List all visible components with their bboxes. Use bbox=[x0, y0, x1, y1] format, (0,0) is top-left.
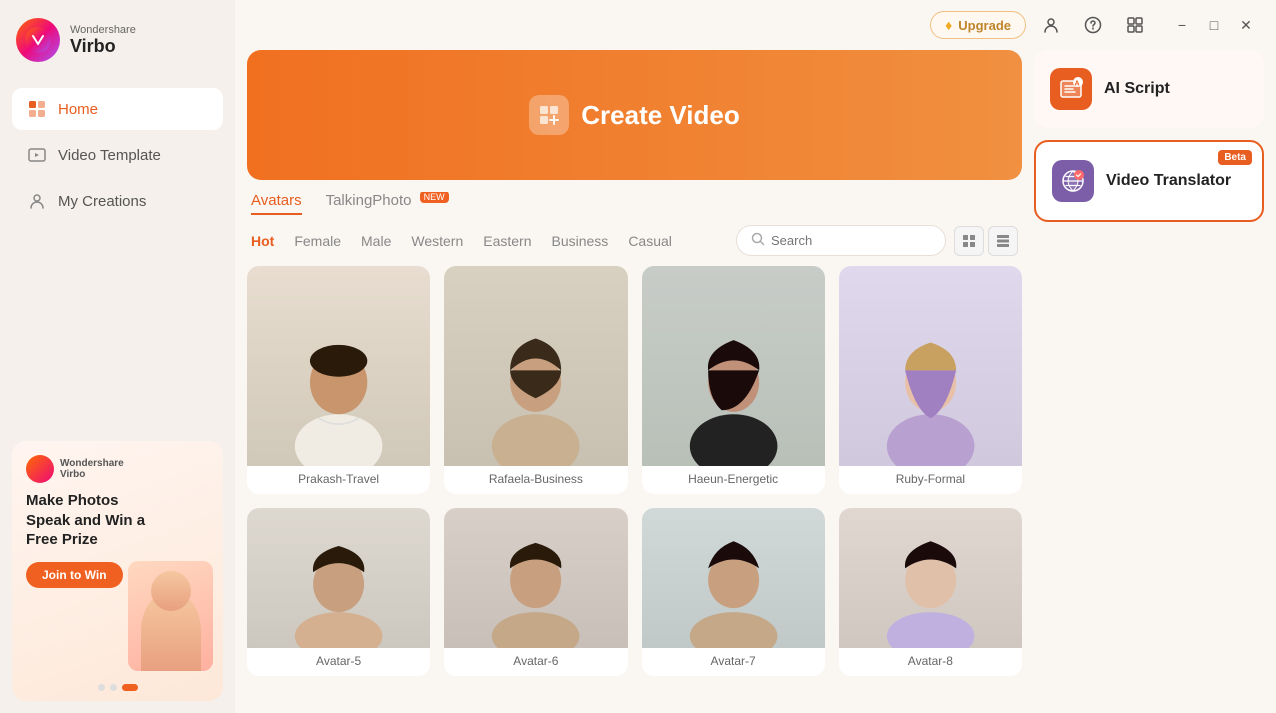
tab-avatars[interactable]: Avatars bbox=[251, 192, 302, 215]
view-buttons bbox=[954, 226, 1018, 256]
my-creations-label: My Creations bbox=[58, 193, 146, 210]
avatar-name-1: Prakash-Travel bbox=[247, 466, 430, 494]
search-box bbox=[736, 225, 946, 256]
tab-talking-photo[interactable]: TalkingPhoto NEW bbox=[326, 192, 449, 215]
video-template-icon bbox=[26, 144, 48, 166]
sidebar-item-my-creations[interactable]: My Creations bbox=[12, 180, 223, 222]
content-area: Create Video Avatars TalkingPhoto NEW bbox=[235, 50, 1276, 713]
avatar-card-7[interactable]: Avatar-7 bbox=[642, 508, 825, 676]
video-translator-card[interactable]: Video Translator Beta bbox=[1034, 140, 1264, 222]
maximize-button[interactable]: □ bbox=[1200, 11, 1228, 39]
video-translator-icon bbox=[1052, 160, 1094, 202]
ad-logo-icon bbox=[26, 455, 54, 483]
avatar-card-3[interactable]: Haeun-Energetic bbox=[642, 266, 825, 494]
search-and-view bbox=[736, 225, 1018, 256]
crown-icon: ♦ bbox=[945, 17, 952, 33]
logo-text: Wondershare Virbo bbox=[70, 24, 136, 57]
nav-list: Home Video Template My Creations bbox=[0, 80, 235, 230]
avatar-card-4[interactable]: Ruby-Formal bbox=[839, 266, 1022, 494]
svg-text:A: A bbox=[1075, 81, 1080, 88]
create-plus-icon bbox=[529, 95, 569, 135]
logo-area: Wondershare Virbo bbox=[0, 0, 235, 80]
avatar-img-6 bbox=[444, 508, 627, 648]
avatar-card-8[interactable]: Avatar-8 bbox=[839, 508, 1022, 676]
filter-casual[interactable]: Casual bbox=[628, 233, 672, 249]
avatar-name-5: Avatar-5 bbox=[247, 648, 430, 676]
filter-male[interactable]: Male bbox=[361, 233, 391, 249]
ai-script-card[interactable]: A AI Script bbox=[1034, 50, 1264, 128]
create-video-label: Create Video bbox=[581, 100, 739, 131]
avatar-name-2: Rafaela-Business bbox=[444, 466, 627, 494]
avatar-name-3: Haeun-Energetic bbox=[642, 466, 825, 494]
avatar-img-8 bbox=[839, 508, 1022, 648]
grid-icon-button[interactable] bbox=[1118, 8, 1152, 42]
filter-business[interactable]: Business bbox=[552, 233, 609, 249]
filter-female[interactable]: Female bbox=[294, 233, 341, 249]
main-content: ♦ Upgrade − □ ✕ Create bbox=[235, 0, 1276, 713]
ad-dots bbox=[98, 684, 138, 691]
beta-badge: Beta bbox=[1218, 150, 1252, 165]
avatar-name-4: Ruby-Formal bbox=[839, 466, 1022, 494]
filter-hot[interactable]: Hot bbox=[251, 233, 274, 249]
sidebar-item-home[interactable]: Home bbox=[12, 88, 223, 130]
create-video-banner[interactable]: Create Video bbox=[247, 50, 1022, 180]
user-icon-button[interactable] bbox=[1034, 8, 1068, 42]
ad-title: Make Photos Speak and Win a Free Prize bbox=[26, 491, 146, 550]
avatar-name-6: Avatar-6 bbox=[444, 648, 627, 676]
avatar-card-5[interactable]: Avatar-5 bbox=[247, 508, 430, 676]
ad-logo: Wondershare Virbo bbox=[26, 455, 209, 483]
filter-eastern[interactable]: Eastern bbox=[483, 233, 531, 249]
avatar-name-8: Avatar-8 bbox=[839, 648, 1022, 676]
brand-name: Wondershare bbox=[70, 24, 136, 36]
avatar-section: Avatars TalkingPhoto NEW Hot Female Male… bbox=[247, 192, 1022, 701]
create-banner-content: Create Video bbox=[529, 95, 739, 135]
sidebar-item-video-template[interactable]: Video Template bbox=[12, 134, 223, 176]
ad-decoration bbox=[128, 561, 213, 671]
ad-brand: Wondershare Virbo bbox=[60, 458, 124, 480]
avatar-img-1 bbox=[247, 266, 430, 466]
filter-row: Hot Female Male Western Eastern Business… bbox=[247, 225, 1022, 256]
grid-view-button[interactable] bbox=[954, 226, 984, 256]
avatar-name-7: Avatar-7 bbox=[642, 648, 825, 676]
sidebar: Wondershare Virbo Home bbox=[0, 0, 235, 713]
upgrade-button[interactable]: ♦ Upgrade bbox=[930, 11, 1026, 39]
avatar-img-5 bbox=[247, 508, 430, 648]
upgrade-label: Upgrade bbox=[958, 18, 1011, 33]
video-template-label: Video Template bbox=[58, 147, 161, 164]
filter-western[interactable]: Western bbox=[411, 233, 463, 249]
avatar-img-2 bbox=[444, 266, 627, 466]
ai-script-label: AI Script bbox=[1104, 80, 1170, 98]
close-button[interactable]: ✕ bbox=[1232, 11, 1260, 39]
filter-tags: Hot Female Male Western Eastern Business… bbox=[251, 233, 672, 249]
new-badge: NEW bbox=[420, 192, 449, 203]
ad-cta-button[interactable]: Join to Win bbox=[26, 562, 123, 588]
home-icon bbox=[26, 98, 48, 120]
home-label: Home bbox=[58, 101, 98, 118]
app-logo-icon bbox=[16, 18, 60, 62]
top-bar: ♦ Upgrade − □ ✕ bbox=[235, 0, 1276, 50]
window-controls: − □ ✕ bbox=[1168, 11, 1260, 39]
list-view-button[interactable] bbox=[988, 226, 1018, 256]
avatar-grid: Prakash-Travel Rafaela-Bu bbox=[247, 266, 1022, 684]
avatar-card-1[interactable]: Prakash-Travel bbox=[247, 266, 430, 494]
avatar-img-7 bbox=[642, 508, 825, 648]
my-creations-icon bbox=[26, 190, 48, 212]
product-name: Virbo bbox=[70, 36, 136, 57]
search-input[interactable] bbox=[771, 233, 931, 248]
avatar-card-6[interactable]: Avatar-6 bbox=[444, 508, 627, 676]
help-icon-button[interactable] bbox=[1076, 8, 1110, 42]
tabs-row: Avatars TalkingPhoto NEW bbox=[247, 192, 1022, 215]
left-panel: Create Video Avatars TalkingPhoto NEW bbox=[247, 50, 1022, 701]
ai-script-icon: A bbox=[1050, 68, 1092, 110]
avatar-img-3 bbox=[642, 266, 825, 466]
avatar-img-4 bbox=[839, 266, 1022, 466]
video-translator-label: Video Translator bbox=[1106, 172, 1231, 190]
minimize-button[interactable]: − bbox=[1168, 11, 1196, 39]
right-panel: A AI Script Video Translator bbox=[1034, 50, 1264, 701]
ad-banner: Wondershare Virbo Make Photos Speak and … bbox=[12, 441, 223, 701]
search-icon bbox=[751, 232, 765, 249]
avatar-card-2[interactable]: Rafaela-Business bbox=[444, 266, 627, 494]
